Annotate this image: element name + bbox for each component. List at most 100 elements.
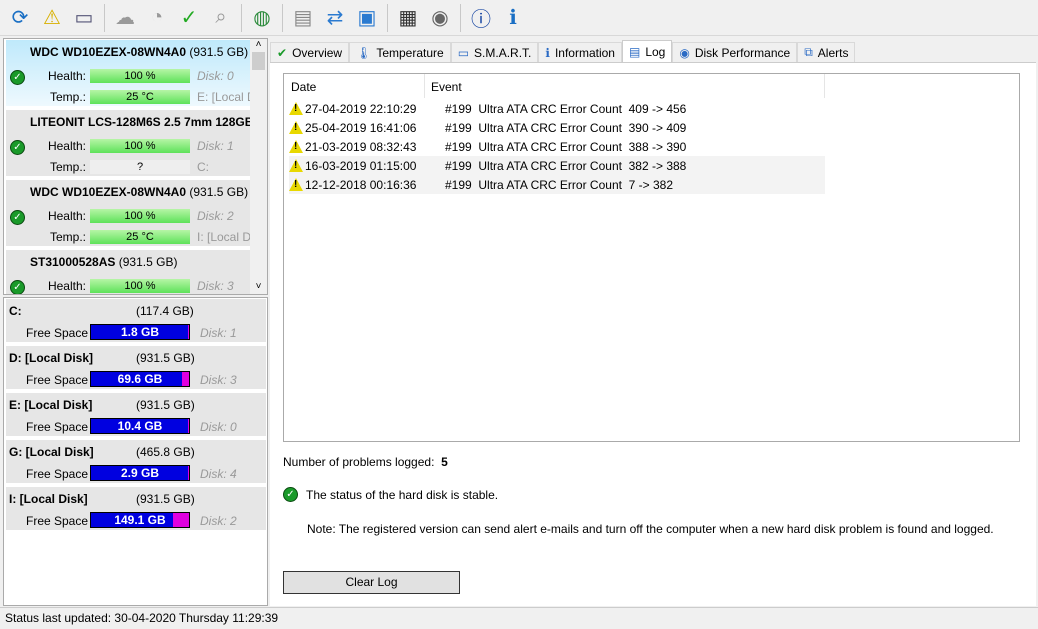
tab-temperature[interactable]: 🌡 Temperature (349, 42, 451, 62)
health-bar: 100 % (90, 279, 190, 293)
free-space-label: Free Space (26, 467, 89, 481)
separator (104, 3, 105, 32)
log-date: 21-03-2019 08:32:43 (305, 139, 417, 154)
disk-size: (931.5 GB) (189, 45, 249, 59)
health-bar: 100 % (90, 69, 190, 83)
tab-label: Temperature (376, 45, 444, 60)
volume-size: (931.5 GB) (136, 398, 195, 412)
log-date: 25-04-2019 16:41:06 (305, 120, 417, 135)
toolbar: ⟳ ⚠ ▭ ☁ ◔ ✓ ⌕ ◍ ▤ ⇄ ▣ ▦ ◉ ⓘ ℹ (0, 0, 1038, 36)
disk-item[interactable]: WDC WD10EZEX-08WN4A0 (931.5 GB) ✓ Health… (6, 40, 250, 108)
alert-refresh-icon[interactable]: ⚠ (38, 4, 66, 32)
help-icon[interactable]: ⓘ (467, 4, 495, 32)
disk-volume: I: [Local Disk] (197, 230, 250, 244)
warning-icon (289, 159, 303, 172)
disk-model: LITEONIT LCS-128M6S 2.5 7mm 128GB (30, 115, 254, 129)
volume-name: C: (9, 304, 22, 318)
disk-list-scrollbar[interactable]: ˄ ˅ (250, 39, 267, 294)
problem-count: Number of problems logged: 5 (283, 455, 448, 469)
log-date: 16-03-2019 01:15:00 (305, 158, 417, 173)
log-table: Date Event 27-04-2019 22:10:29 #199 Ultra… (283, 73, 1020, 442)
sync-icon[interactable]: ⇄ (321, 4, 349, 32)
volume-item[interactable]: D: [Local Disk] (931.5 GB) Free Space 69… (6, 346, 266, 391)
disk-item[interactable]: WDC WD10EZEX-08WN4A0 (931.5 GB) ✓ Health… (6, 180, 250, 248)
separator (282, 3, 283, 32)
disk-icon: ▭ (457, 45, 470, 60)
tab-label: Information (554, 45, 615, 60)
disk-search-icon[interactable]: ⌕ (207, 4, 235, 32)
separator (460, 3, 461, 32)
tab-overview[interactable]: ✔ Overview (270, 42, 350, 62)
speaker-icon[interactable]: ◉ (426, 4, 454, 32)
tab-alerts[interactable]: ⧉ Alerts (797, 42, 856, 62)
volume-item[interactable]: G: [Local Disk] (465.8 GB) Free Space 2.… (6, 440, 266, 485)
column-event[interactable]: Event (431, 80, 462, 94)
disk-number: Disk: 4 (200, 467, 237, 481)
tab-information[interactable]: ℹ Information (538, 42, 622, 62)
check-icon: ✔ (277, 45, 288, 60)
warning-icon (289, 178, 303, 191)
network-computer-icon[interactable]: ▣ (353, 4, 381, 32)
scroll-down-icon[interactable]: ˅ (250, 281, 267, 292)
log-row[interactable]: 25-04-2019 16:41:06 #199 Ultra ATA CRC Er… (289, 118, 825, 137)
scroll-thumb[interactable] (252, 52, 265, 70)
disk-timer-icon[interactable]: ◔ (143, 4, 171, 32)
monitor-icon[interactable]: ▦ (394, 4, 422, 32)
tab-disk-performance[interactable]: ◉ Disk Performance (672, 42, 798, 62)
temp-bar: 25 °C (90, 230, 190, 244)
free-space-label: Free Space (26, 420, 89, 434)
free-space-value: 2.9 GB (120, 466, 159, 480)
disk-size: (931.5 GB) (118, 255, 178, 269)
tab-log[interactable]: ▤ Log (621, 40, 673, 62)
column-divider[interactable] (424, 74, 425, 98)
tab-s-m-a-r-t-[interactable]: ▭ S.M.A.R.T. (450, 42, 539, 62)
globe-disk-icon[interactable]: ◍ (248, 4, 276, 32)
document-icon[interactable]: ▤ (289, 4, 317, 32)
free-space-value: 1.8 GB (120, 325, 159, 339)
health-label: Health: (47, 69, 86, 83)
log-row[interactable]: 12-12-2018 00:16:36 #199 Ultra ATA CRC Er… (289, 175, 825, 194)
free-space-value: 69.6 GB (117, 372, 163, 386)
refresh-icon[interactable]: ⟳ (6, 4, 34, 32)
tab-label: Disk Performance (694, 45, 791, 60)
disk-check-icon[interactable]: ✓ (175, 4, 203, 32)
scroll-up-icon[interactable]: ˄ (250, 39, 267, 50)
volume-name: G: [Local Disk] (9, 445, 94, 459)
disk-icon[interactable]: ▭ (70, 4, 98, 32)
document-icon: ▤ (628, 44, 641, 59)
separator (241, 3, 242, 32)
note-text: Note: The registered version can send al… (307, 522, 994, 536)
disk-number: Disk: 0 (197, 69, 234, 83)
tab-bar: ✔ Overview 🌡 Temperature ▭ S.M.A.R.T. ℹ Informa… (270, 40, 856, 62)
column-date[interactable]: Date (291, 80, 316, 94)
volume-size: (931.5 GB) (136, 492, 195, 506)
log-row[interactable]: 21-03-2019 08:32:43 #199 Ultra ATA CRC Er… (289, 137, 825, 156)
health-label: Health: (47, 139, 86, 153)
clear-log-button[interactable]: Clear Log (283, 571, 460, 594)
disk-volume: C: (197, 160, 209, 174)
free-space-bar: 69.6 GB (90, 371, 190, 387)
free-space-fill (181, 372, 189, 386)
column-divider[interactable] (824, 74, 825, 98)
log-event: #199 Ultra ATA CRC Error Count 388 -> 39… (445, 139, 687, 154)
disk-item[interactable]: LITEONIT LCS-128M6S 2.5 7mm 128GB ✓ Heal… (6, 110, 254, 178)
network-disk-icon[interactable]: ☁ (111, 4, 139, 32)
disk-number: Disk: 1 (200, 326, 237, 340)
stable-status: ✓ The status of the hard disk is stable. (283, 487, 498, 502)
volume-item[interactable]: E: [Local Disk] (931.5 GB) Free Space 10… (6, 393, 266, 438)
log-row[interactable]: 16-03-2019 01:15:00 #199 Ultra ATA CRC Er… (289, 156, 825, 175)
info-icon[interactable]: ℹ (499, 4, 527, 32)
disk-item[interactable]: ST31000528AS (931.5 GB) ✓ Health: 100 % … (6, 250, 250, 294)
volume-name: D: [Local Disk] (9, 351, 94, 365)
separator (387, 3, 388, 32)
volume-name: E: [Local Disk] (9, 398, 93, 412)
temp-label: Temp.: (49, 160, 86, 174)
log-row[interactable]: 27-04-2019 22:10:29 #199 Ultra ATA CRC Er… (289, 99, 825, 118)
health-label: Health: (47, 279, 86, 293)
free-space-bar: 149.1 GB (90, 512, 190, 528)
volume-item[interactable]: I: [Local Disk] (931.5 GB) Free Space 14… (6, 487, 266, 532)
log-event: #199 Ultra ATA CRC Error Count 382 -> 38… (445, 158, 687, 173)
stable-text: The status of the hard disk is stable. (306, 487, 499, 502)
volume-item[interactable]: C: (117.4 GB) Free Space 1.8 GB Disk: 1 (6, 299, 266, 344)
warning-icon (289, 102, 303, 115)
